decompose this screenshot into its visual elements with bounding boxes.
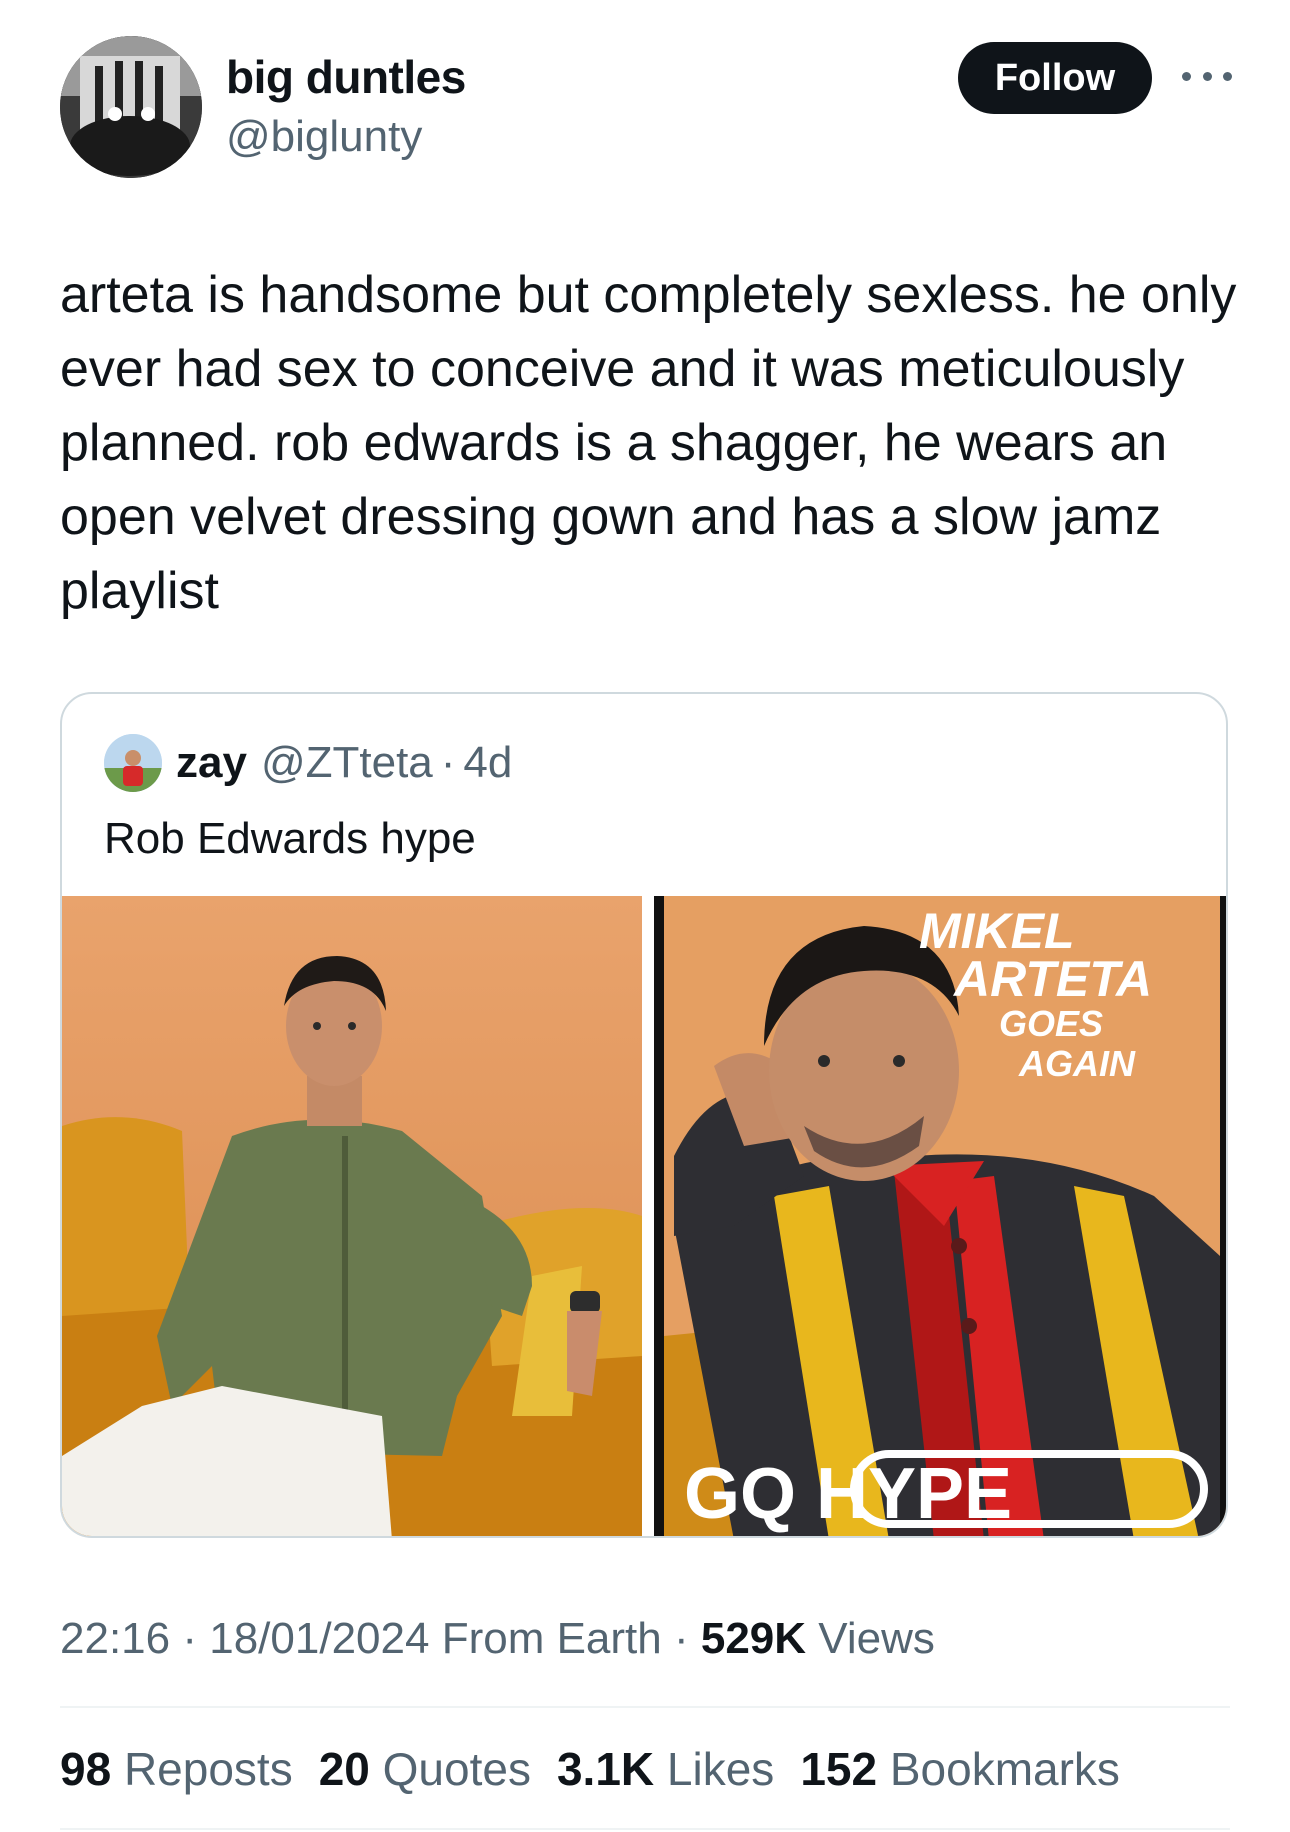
author-avatar[interactable] (60, 36, 202, 178)
tweet-text: arteta is handsome but completely sexles… (60, 266, 1237, 620)
tweet-meta: 22:16 · 18/01/2024 From Earth · 529K Vie… (60, 1614, 935, 1664)
quoted-header: zay @ZTteta · 4d (176, 738, 512, 788)
quoted-text: Rob Edwards hype (104, 814, 476, 863)
avatar-photo-icon (60, 36, 202, 178)
views-count: 529K (700, 1614, 807, 1663)
quoted-timestamp[interactable]: 4d (463, 738, 512, 788)
bookmarks-stat[interactable]: 152 Bookmarks (800, 1742, 1120, 1796)
tweet-date[interactable]: 18/01/2024 (209, 1614, 429, 1663)
cover-line-4: AGAIN (1018, 1043, 1136, 1084)
cover-line-3: GOES (999, 1003, 1103, 1044)
quoted-avatar-icon (104, 734, 162, 792)
quoted-display-name[interactable]: zay (176, 738, 247, 788)
gq-hype-cover-photo[interactable]: MIKEL ARTETA GOES AGAIN GQ HYPE (654, 896, 1226, 1536)
quoted-media: MIKEL ARTETA GOES AGAIN GQ HYPE (62, 896, 1226, 1536)
divider (60, 1828, 1230, 1830)
likes-stat[interactable]: 3.1K Likes (557, 1742, 774, 1796)
separator-dot: · (673, 1614, 689, 1663)
quoted-handle[interactable]: @ZTteta (261, 738, 433, 788)
tweet-stats: 98 Reposts 20 Quotes 3.1K Likes 152 Book… (60, 1742, 1146, 1796)
follow-button[interactable]: Follow (958, 42, 1152, 114)
separator-dot: · (440, 738, 456, 787)
quoted-tweet[interactable]: zay @ZTteta · 4d Rob Edwards hype MIKEL … (60, 692, 1228, 1538)
author-display-name[interactable]: big duntles (226, 50, 466, 104)
views-label: Views (818, 1614, 935, 1663)
quotes-stat[interactable]: 20 Quotes (319, 1742, 531, 1796)
tweet-time[interactable]: 22:16 (60, 1614, 170, 1663)
reposts-stat[interactable]: 98 Reposts (60, 1742, 293, 1796)
man-green-shirt-orange-sofa-photo[interactable] (62, 896, 642, 1536)
cover-line-2: ARTETA (952, 951, 1152, 1007)
separator-dot: · (182, 1614, 197, 1663)
divider (60, 1706, 1230, 1708)
author-handle[interactable]: @biglunty (226, 112, 422, 162)
gq-hype-logo: GQ HYPE (684, 1454, 1012, 1534)
quoted-avatar[interactable] (104, 734, 162, 792)
more-horizontal-icon[interactable] (1182, 66, 1232, 86)
tweet-source: From Earth (441, 1614, 662, 1663)
